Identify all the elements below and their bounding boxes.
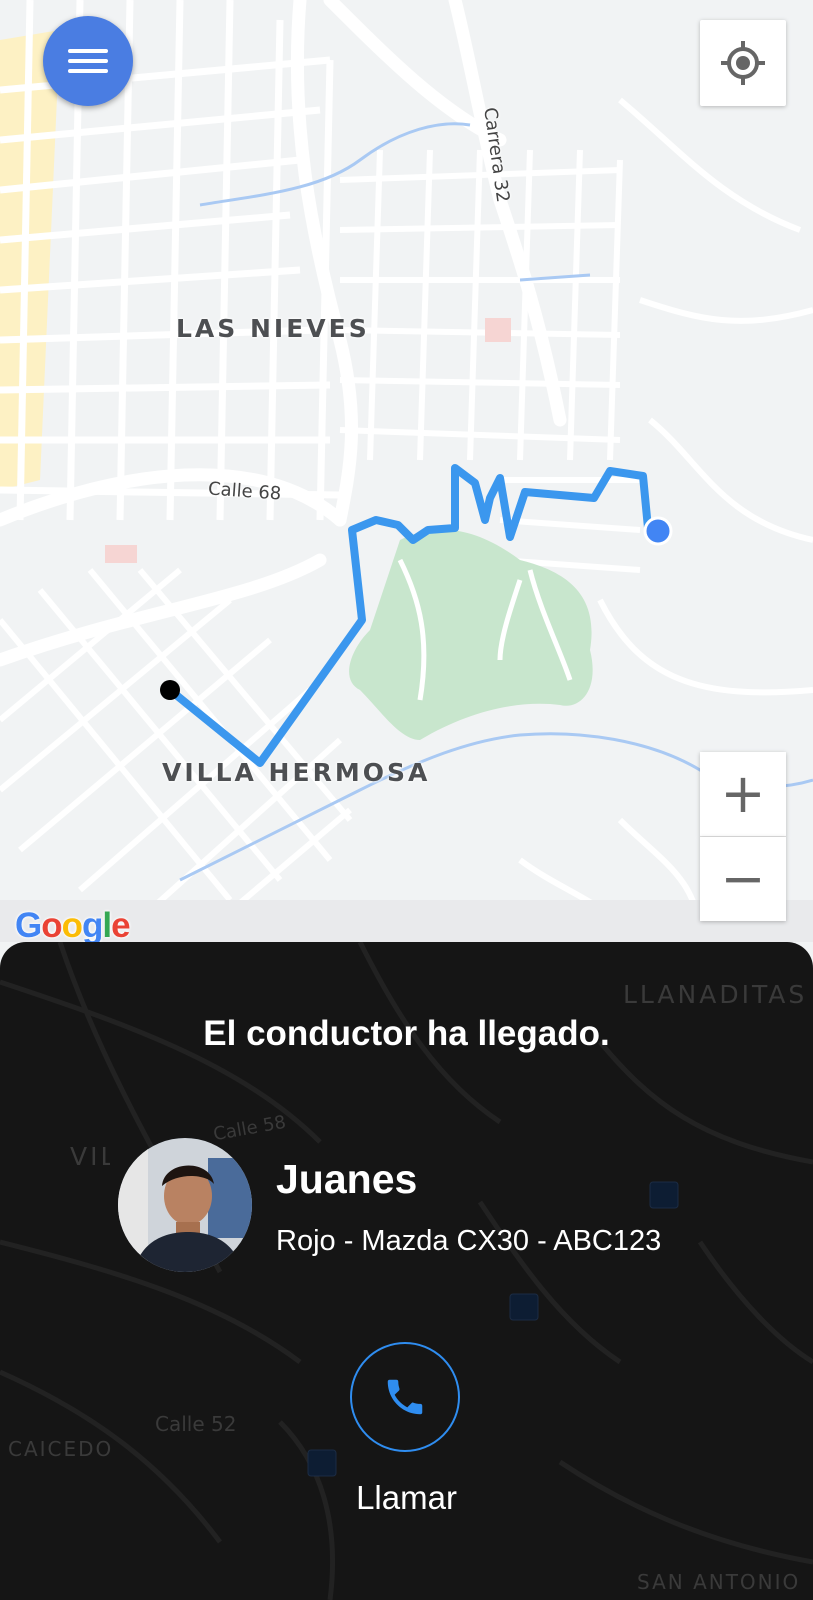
vehicle-info: Rojo - Mazda CX30 - ABC123: [276, 1225, 662, 1257]
origin-marker: [643, 516, 673, 546]
zoom-out-button[interactable]: −: [700, 837, 786, 921]
my-location-button[interactable]: [700, 20, 786, 106]
google-logo: Google: [15, 906, 131, 945]
arrival-status-text: El conductor ha llegado.: [203, 1014, 610, 1053]
plus-icon: +: [720, 762, 766, 825]
destination-marker: [160, 680, 180, 700]
call-label: Llamar: [356, 1479, 457, 1516]
minus-icon: −: [720, 847, 766, 910]
map-label-caicedo: CAICEDO: [8, 1437, 114, 1461]
driver-name: Juanes: [276, 1156, 418, 1202]
hamburger-icon: [68, 43, 108, 79]
menu-button[interactable]: [43, 16, 133, 106]
map-label-calle-52: Calle 52: [155, 1412, 237, 1436]
crosshair-icon: [721, 41, 765, 85]
driver-arrived-sheet: LLANADITAS Calle 58 VILLA HERMOSA Calle …: [0, 942, 813, 1600]
zoom-in-button[interactable]: +: [700, 752, 786, 837]
call-button[interactable]: [350, 1342, 460, 1452]
map-label-llanaditas: LLANADITAS: [623, 980, 808, 1009]
map-label-san-antonio: SAN ANTONIO: [637, 1570, 801, 1594]
map-label-las-nieves: LAS NIEVES: [176, 314, 370, 343]
map-label-villa-hermosa: VILLA HERMOSA: [162, 758, 431, 787]
driver-avatar: [118, 1138, 252, 1272]
driver-photo: [118, 1138, 252, 1272]
phone-icon: [387, 1379, 423, 1415]
map-label-villa-hermosa-dark: VILLA HERMOSA: [70, 1142, 110, 1171]
